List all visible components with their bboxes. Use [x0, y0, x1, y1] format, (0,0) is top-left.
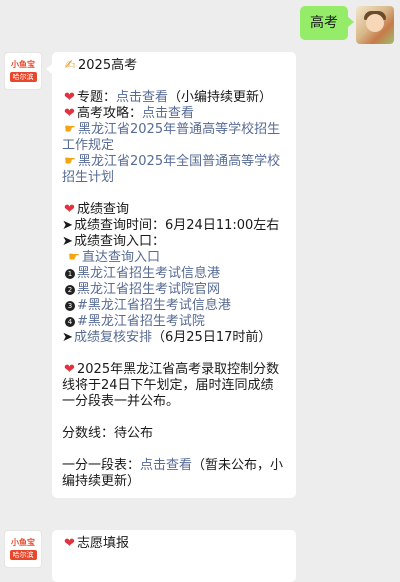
guide-label: 高考攻略：: [77, 106, 143, 121]
next-title: 志愿填报: [77, 536, 130, 551]
writing-hand-icon: ✍: [64, 58, 76, 73]
review-note: （6月25日17时前）: [152, 330, 272, 345]
rule-link[interactable]: 黑龙江省2025年普通高等学校招生工作规定: [62, 122, 280, 153]
number-badge-icon: 3: [65, 301, 75, 311]
entry-link-3[interactable]: #黑龙江省招生考试信息港: [77, 298, 231, 313]
score-entry-label: 成绩查询入口：: [74, 234, 166, 249]
bot-avatar[interactable]: 小鱼宝 哈尔滨: [4, 52, 42, 90]
segment-link[interactable]: 点击查看: [140, 458, 192, 473]
guide-link[interactable]: 点击查看: [142, 106, 194, 121]
bot-avatar-name: 小鱼宝: [11, 60, 35, 69]
arrow-icon: ➤: [62, 218, 73, 233]
pointing-hand-icon: ☛: [68, 250, 80, 265]
cutoff-text: 2025年黑龙江省高考录取控制分数线将于24日下午划定，届时连同成绩一分段表一并…: [62, 362, 280, 409]
bot-message-row-2: 小鱼宝 哈尔滨 ❤ 志愿填报: [4, 530, 296, 582]
bot-message-bubble: ✍ 2025高考 ❤ 专题：点击查看（小编持续更新） ❤ 高考攻略：点击查看 ☛ 黑龙江…: [46, 52, 296, 498]
pointing-hand-icon: ☛: [64, 154, 76, 169]
avatar-face: [366, 14, 384, 32]
bot-message-bubble-2: ❤ 志愿填报: [52, 530, 296, 582]
plan-link[interactable]: 黑龙江省2025年全国普通高等学校招生计划: [62, 154, 280, 185]
arrow-icon: ➤: [62, 234, 73, 249]
number-badge-icon: 2: [65, 285, 75, 295]
entry-link-1[interactable]: 黑龙江省招生考试信息港: [77, 266, 220, 281]
entry-link-4[interactable]: #黑龙江省招生考试院: [77, 314, 205, 329]
score-title: 成绩查询: [77, 202, 130, 217]
special-note: （小编持续更新）: [168, 90, 273, 105]
number-badge-icon: 1: [65, 269, 75, 279]
heart-icon: ❤: [64, 106, 75, 121]
message-title: 2025高考: [78, 58, 138, 73]
bot-avatar-city: 哈尔滨: [9, 550, 37, 560]
review-link[interactable]: 成绩复核安排: [74, 330, 152, 345]
bot-avatar[interactable]: 小鱼宝 哈尔滨: [4, 530, 42, 568]
heart-icon: ❤: [64, 362, 75, 377]
user-message-bubble[interactable]: 高考: [300, 6, 354, 40]
segment-label: 一分一段表：: [62, 458, 141, 473]
entry-link-2[interactable]: 黑龙江省招生考试院官网: [77, 282, 220, 297]
pointing-hand-icon: ☛: [64, 122, 76, 137]
score-time: 成绩查询时间：6月24日11:00左右: [74, 218, 280, 233]
special-label: 专题：: [77, 90, 117, 105]
user-avatar[interactable]: [356, 6, 394, 44]
score-line: 分数线：待公布: [62, 426, 154, 441]
heart-icon: ❤: [64, 90, 75, 105]
number-badge-icon: 4: [65, 317, 75, 327]
heart-icon: ❤: [64, 202, 75, 217]
bot-avatar-city: 哈尔滨: [9, 72, 37, 82]
direct-query-link[interactable]: 直达查询入口: [82, 250, 160, 265]
user-message-row: 高考: [300, 6, 394, 44]
heart-icon: ❤: [64, 536, 75, 551]
arrow-icon: ➤: [62, 330, 73, 345]
special-link[interactable]: 点击查看: [116, 90, 168, 105]
bot-message-row: 小鱼宝 哈尔滨 ✍ 2025高考 ❤ 专题：点击查看（小编持续更新） ❤ 高考攻略：点…: [4, 52, 296, 498]
